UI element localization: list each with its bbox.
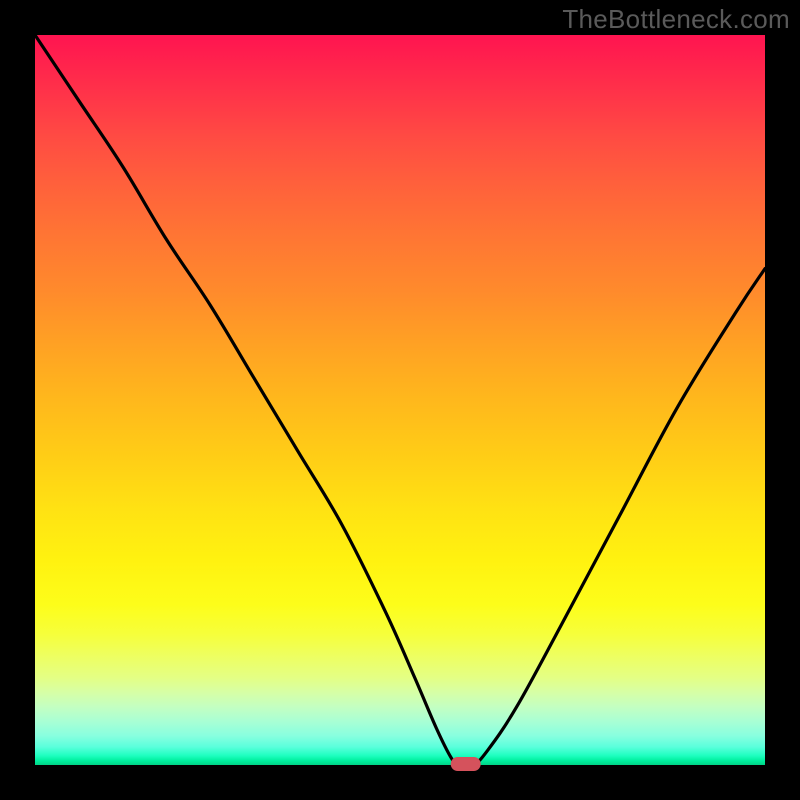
watermark-text: TheBottleneck.com [562, 4, 790, 35]
chart-frame: TheBottleneck.com [0, 0, 800, 800]
optimal-point-marker [451, 757, 481, 771]
bottleneck-curve [35, 35, 765, 767]
plot-area [35, 35, 765, 765]
curve-layer [35, 35, 765, 765]
